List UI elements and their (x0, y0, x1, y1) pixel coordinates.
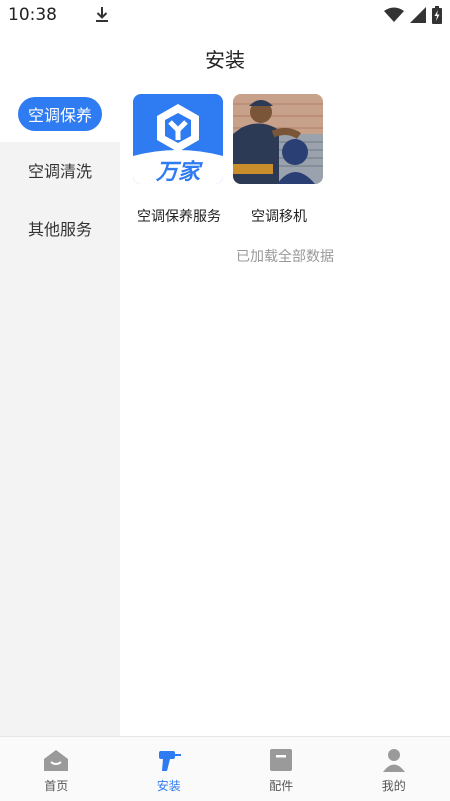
drill-icon (156, 747, 182, 773)
home-icon (43, 747, 69, 773)
brand-logo-text: 万家 (133, 154, 223, 184)
status-icons (384, 6, 442, 24)
download-icon (94, 6, 110, 24)
service-list: 万家 空调保养服务 空调移机 已加载全部数据 (120, 86, 450, 736)
nav-label: 首页 (44, 777, 68, 794)
sidebar-item-ac-cleaning[interactable]: 空调清洗 (0, 142, 120, 198)
signal-icon (410, 7, 426, 23)
category-sidebar: 空调保养 空调清洗 其他服务 (0, 86, 120, 736)
service-card-ac-maintenance[interactable]: 万家 空调保养服务 (133, 94, 225, 184)
nav-label: 安装 (157, 777, 181, 794)
all-loaded-note: 已加载全部数据 (120, 246, 450, 266)
sidebar-item-label: 空调保养 (18, 97, 102, 131)
sidebar-item-ac-maintenance[interactable]: 空调保养 (0, 86, 120, 142)
service-card-label: 空调移机 (213, 206, 345, 226)
battery-charging-icon (432, 6, 442, 24)
service-thumbnail: 万家 (133, 94, 223, 184)
nav-item-parts[interactable]: 配件 (225, 737, 338, 801)
nav-label: 我的 (382, 777, 406, 794)
sidebar-item-label: 空调清洗 (28, 158, 92, 182)
sidebar-item-other-services[interactable]: 其他服务 (0, 200, 120, 256)
status-bar: 10:38 (0, 0, 450, 30)
nav-label: 配件 (269, 777, 293, 794)
page-title: 安装 (0, 44, 450, 73)
nav-item-mine[interactable]: 我的 (338, 737, 450, 801)
technician-photo (233, 94, 323, 184)
status-time: 10:38 (8, 5, 57, 25)
sidebar-item-label: 其他服务 (28, 216, 92, 240)
service-card-ac-relocation[interactable]: 空调移机 (233, 94, 325, 184)
bottom-nav: 首页 安装 配件 我的 (0, 736, 450, 801)
wifi-icon (384, 7, 404, 23)
nav-item-install[interactable]: 安装 (113, 737, 226, 801)
box-icon (268, 747, 294, 773)
user-icon (381, 747, 407, 773)
service-photo (233, 94, 323, 184)
nav-item-home[interactable]: 首页 (0, 737, 113, 801)
